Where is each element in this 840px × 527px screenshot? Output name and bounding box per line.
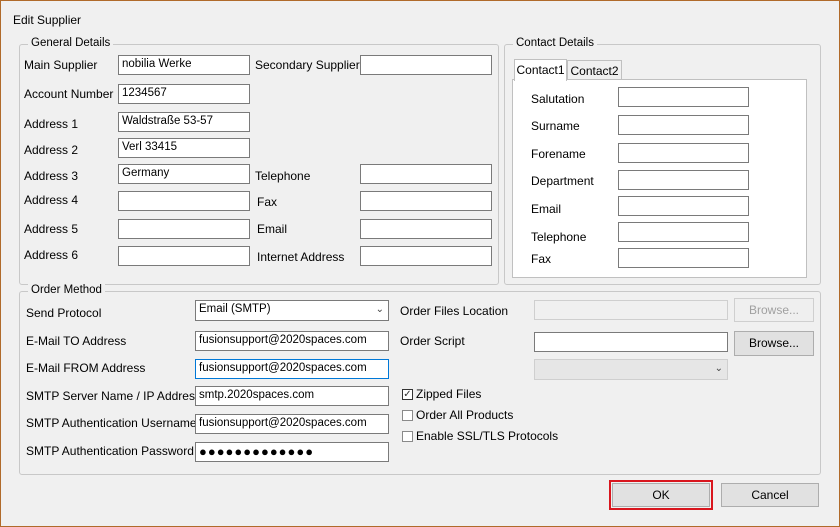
order-all-products-label: Order All Products (416, 408, 514, 422)
main-supplier-label: Main Supplier (24, 58, 98, 72)
email-to-label: E-Mail TO Address (26, 334, 127, 348)
ok-button[interactable]: OK (612, 483, 710, 507)
enable-ssl-label: Enable SSL/TLS Protocols (416, 429, 559, 443)
send-protocol-dropdown[interactable]: Email (SMTP) ⌄ (195, 300, 389, 321)
order-files-location-field[interactable] (534, 300, 728, 320)
contact-fax-label: Fax (531, 252, 552, 266)
email-from-field[interactable]: fusionsupport@2020spaces.com (195, 359, 389, 379)
email-from-label: E-Mail FROM Address (26, 361, 146, 375)
address1-field[interactable]: Waldstraße 53-57 (118, 112, 250, 132)
telephone-label: Telephone (255, 169, 311, 183)
forename-label: Forename (531, 147, 586, 161)
send-protocol-label: Send Protocol (26, 306, 102, 320)
enable-ssl-checkbox[interactable] (402, 431, 413, 442)
dialog-title: Edit Supplier (13, 13, 82, 27)
forename-field[interactable] (618, 143, 749, 163)
address2-label: Address 2 (24, 143, 79, 157)
contact-email-label: Email (531, 202, 562, 216)
surname-field[interactable] (618, 115, 749, 135)
contact-email-field[interactable] (618, 196, 749, 216)
tab-contact2[interactable]: Contact2 (567, 60, 622, 80)
address2-field[interactable]: Verl 33415 (118, 138, 250, 158)
secondary-supplier-field[interactable] (360, 55, 492, 75)
order-script-label: Order Script (400, 334, 465, 348)
order-method-legend: Order Method (28, 284, 105, 296)
address6-field[interactable] (118, 246, 250, 266)
browse-script-button[interactable]: Browse... (734, 331, 814, 356)
zipped-files-label: Zipped Files (416, 387, 482, 401)
tab-contact1[interactable]: Contact1 (514, 59, 567, 81)
zipped-files-checkbox[interactable]: ✓ (402, 389, 413, 400)
surname-label: Surname (531, 119, 580, 133)
account-number-label: Account Number (24, 87, 114, 101)
email-field[interactable] (360, 219, 492, 239)
address5-label: Address 5 (24, 222, 79, 236)
main-supplier-field[interactable]: nobilia Werke (118, 55, 250, 75)
salutation-field[interactable] (618, 87, 749, 107)
address6-label: Address 6 (24, 248, 79, 262)
address5-field[interactable] (118, 219, 250, 239)
smtp-password-field[interactable]: ●●●●●●●●●●●●● (195, 442, 389, 462)
order-files-location-label: Order Files Location (400, 304, 509, 318)
fax-field[interactable] (360, 191, 492, 211)
chevron-down-icon: ⌄ (714, 363, 723, 374)
salutation-label: Salutation (531, 92, 585, 106)
account-number-field[interactable]: 1234567 (118, 84, 250, 104)
browse-files-button[interactable]: Browse... (734, 298, 814, 322)
department-field[interactable] (618, 170, 749, 190)
contact-telephone-label: Telephone (531, 230, 587, 244)
order-script-dropdown[interactable]: ⌄ (534, 359, 728, 380)
edit-supplier-dialog: Edit Supplier General Details Main Suppl… (0, 0, 840, 527)
smtp-password-label: SMTP Authentication Password (26, 444, 194, 458)
department-label: Department (531, 174, 594, 188)
order-all-products-checkbox[interactable] (402, 410, 413, 421)
address4-label: Address 4 (24, 193, 79, 207)
smtp-server-label: SMTP Server Name / IP Address (26, 389, 201, 403)
contact-details-legend: Contact Details (513, 37, 597, 49)
email-label: Email (257, 222, 288, 236)
address3-label: Address 3 (24, 169, 79, 183)
internet-address-field[interactable] (360, 246, 492, 266)
telephone-field[interactable] (360, 164, 492, 184)
cancel-button[interactable]: Cancel (721, 483, 819, 507)
fax-label: Fax (257, 195, 278, 209)
address4-field[interactable] (118, 191, 250, 211)
internet-address-label: Internet Address (257, 250, 345, 264)
chevron-down-icon: ⌄ (375, 304, 384, 315)
address3-field[interactable]: Germany (118, 164, 250, 184)
email-to-field[interactable]: fusionsupport@2020spaces.com (195, 331, 389, 351)
address1-label: Address 1 (24, 117, 79, 131)
smtp-username-field[interactable]: fusionsupport@2020spaces.com (195, 414, 389, 434)
secondary-supplier-label: Secondary Supplier (255, 58, 360, 72)
contact-telephone-field[interactable] (618, 222, 749, 242)
contact-fax-field[interactable] (618, 248, 749, 268)
smtp-username-label: SMTP Authentication Username (26, 416, 197, 430)
general-details-legend: General Details (28, 37, 114, 49)
send-protocol-value: Email (SMTP) (199, 303, 271, 315)
order-script-field[interactable] (534, 332, 728, 352)
smtp-server-field[interactable]: smtp.2020spaces.com (195, 386, 389, 406)
